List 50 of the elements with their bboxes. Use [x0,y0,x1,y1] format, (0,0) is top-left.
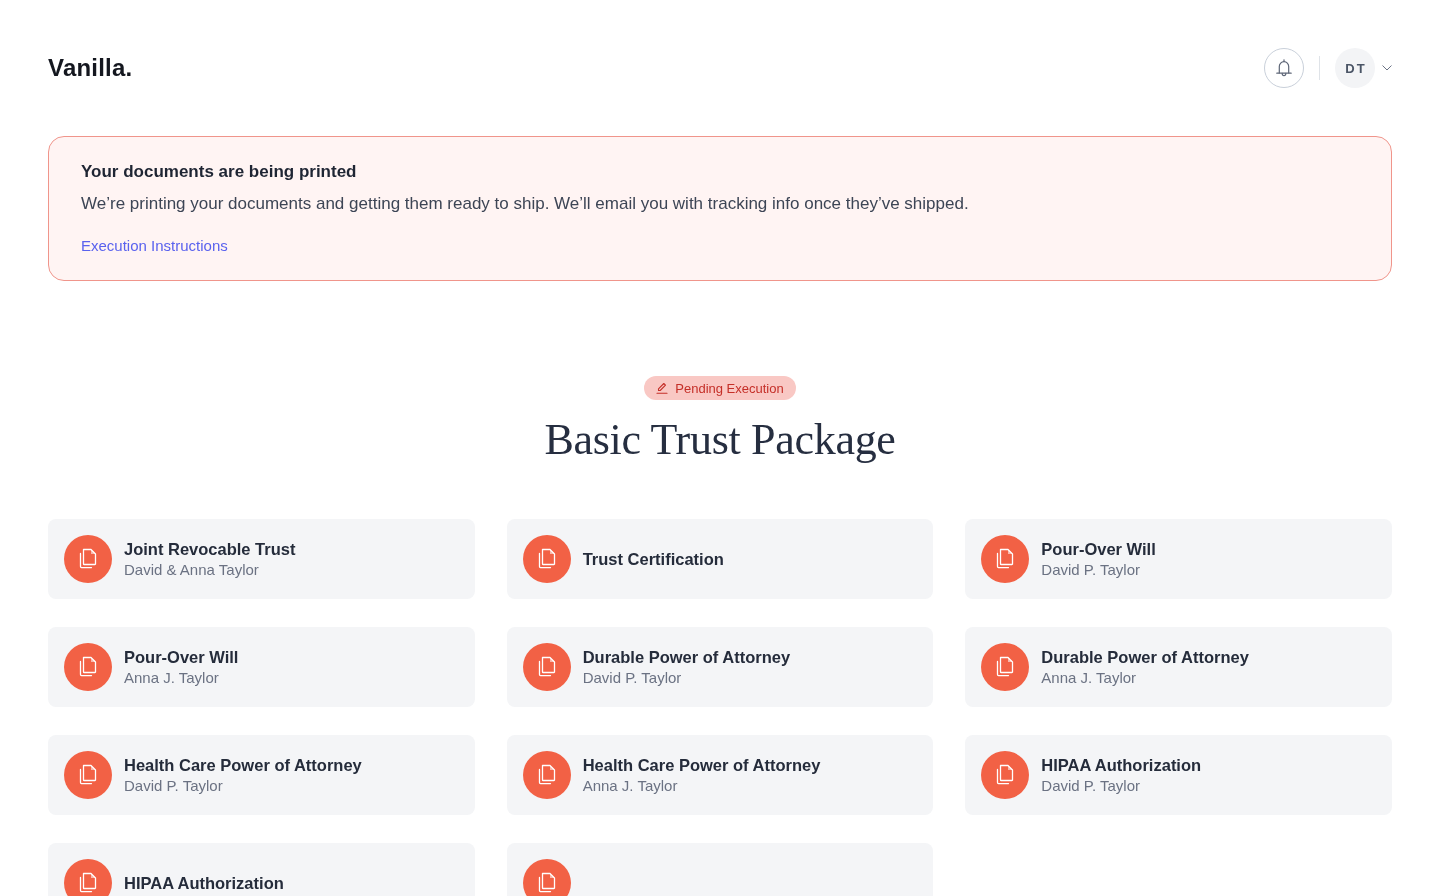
user-avatar[interactable]: DT [1335,48,1375,88]
document-card[interactable]: Pour-Over Will David P. Taylor [965,519,1392,599]
document-owner: David P. Taylor [582,668,683,688]
document-title: Trust Certification [582,549,724,570]
bell-icon [1276,58,1292,78]
documents-icon [64,643,112,691]
documents-icon [64,859,112,896]
chevron-down-icon[interactable] [1382,65,1392,71]
execution-instructions-link[interactable]: Execution Instructions [81,236,228,256]
package-title: Basic Trust Package [544,414,896,466]
document-card[interactable]: Health Care Power of Attorney David P. Taylor [48,735,475,815]
document-title: Pour-Over Will [124,647,239,668]
documents-icon [522,859,571,896]
documents-icon [981,643,1030,691]
document-owner: Anna J. Taylor [582,776,679,796]
document-owner: David P. Taylor [124,776,224,796]
document-title: Health Care Power of Attorney [124,755,362,776]
documents-icon [522,751,571,799]
documents-icon [981,751,1030,799]
document-owner: David & Anna Taylor [124,560,260,580]
banner-title: Your documents are being printed [81,161,358,183]
document-title: HIPAA Authorization [1041,755,1202,776]
pencil-icon [656,382,669,394]
document-card[interactable]: Trust Certification [506,519,934,599]
banner-message: We’re printing your documents and getting them ready to ship. We’ll email you with tracking info once they’ve shipped. [81,193,970,215]
document-title: Pour-Over Will [1041,539,1156,560]
logo[interactable]: Vanilla. [48,54,133,82]
documents-icon [64,535,112,583]
documents-icon [981,535,1030,583]
document-card[interactable]: HIPAA Authorization [48,843,475,896]
document-owner: Anna J. Taylor [1041,668,1138,688]
document-card[interactable]: Health Care Power of Attorney Anna J. Taylor [506,735,934,815]
document-owner: David P. Taylor [1041,560,1141,580]
document-card[interactable]: HIPAA Authorization David P. Taylor [965,735,1392,815]
documents-icon [64,751,112,799]
document-card[interactable]: Durable Power of Attorney Anna J. Taylor [965,627,1392,707]
document-title: HIPAA Authorization [124,873,284,894]
document-card[interactable]: Durable Power of Attorney David P. Taylor [506,627,934,707]
status-badge: Pending Execution [644,376,796,400]
document-owner: Anna J. Taylor [124,668,220,688]
document-title: Durable Power of Attorney [582,647,791,668]
document-owner: David P. Taylor [1041,776,1141,796]
document-title: Durable Power of Attorney [1041,647,1249,668]
documents-icon [522,643,571,691]
document-title: Health Care Power of Attorney [582,755,821,776]
documents-icon [522,535,571,583]
document-card[interactable]: Joint Revocable Trust David & Anna Taylor [48,519,475,599]
notifications-button[interactable] [1264,48,1304,88]
document-title: Joint Revocable Trust [124,539,296,560]
document-card[interactable]: Pour-Over Will Anna J. Taylor [48,627,475,707]
